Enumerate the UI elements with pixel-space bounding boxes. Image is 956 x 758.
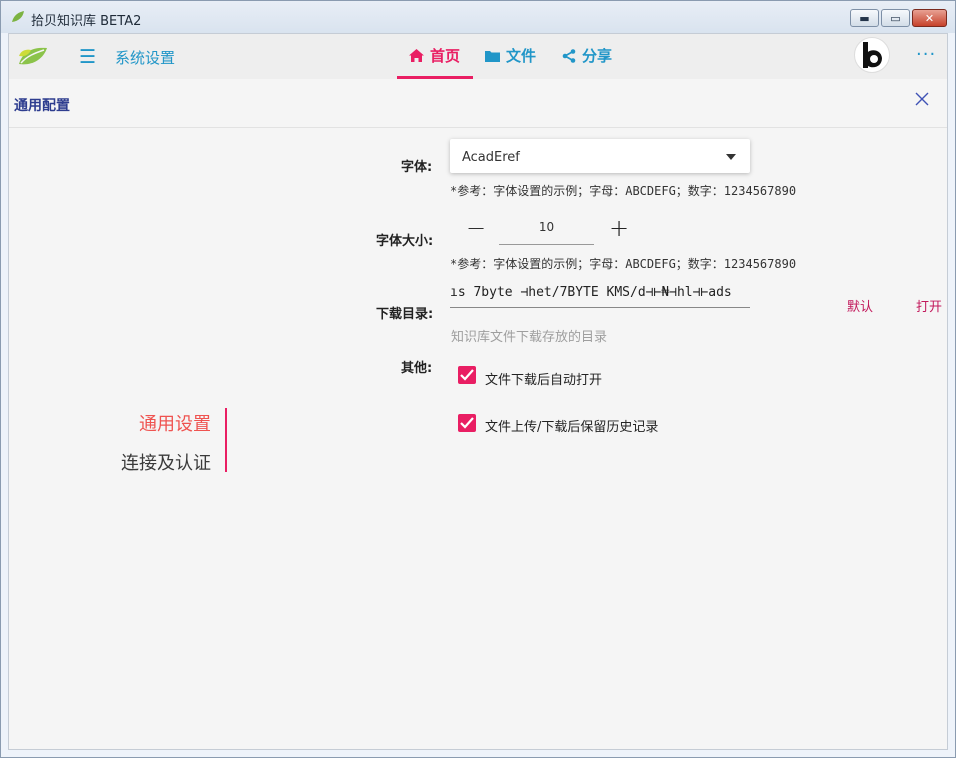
default-dir-button[interactable]: 默认 [847,296,873,315]
sidebar-item-general[interactable]: 通用设置 [139,410,211,436]
close-icon: ✕ [924,11,935,25]
maximize-button[interactable]: ▭ [881,9,910,27]
settings-sidebar: 通用设置 连接及认证 [109,408,227,475]
download-dir-input[interactable]: ıs 7byte ⊣het/7BYTE KMS/d⊣⊢₦⊣hl⊣⊢ads [450,285,750,308]
checkmark-icon [460,417,474,429]
title-bar[interactable]: 拾贝知识库 BETA2 ▬ ▭ ✕ [1,1,955,33]
font-select[interactable]: AcadEref [450,139,750,173]
maximize-icon: ▭ [890,11,901,25]
font-size-label: 字体大小: [376,234,434,249]
nav-share-label: 分享 [582,47,613,65]
panel-title: 通用配置 [14,98,70,114]
font-sample-note: *参考：字体设置的示例；字母：ABCDEFG；数字：1234567890 [450,184,797,198]
download-dir-label: 下载目录: [376,307,434,322]
system-settings-link[interactable]: 系统设置 [115,47,175,68]
menu-icon[interactable]: ☰ [79,46,96,68]
decrease-size-button[interactable]: − [466,214,486,242]
nav-files[interactable]: 文件 [485,45,536,66]
more-options-icon[interactable]: ··· [916,44,936,65]
minimize-button[interactable]: ▬ [850,9,879,27]
dropdown-arrow-icon [726,154,736,160]
top-nav-bar: ☰ 系统设置 首页 文件 分享 ··· [9,34,947,79]
sidebar-item-connection-auth[interactable]: 连接及认证 [121,449,211,475]
nav-home-label: 首页 [430,47,461,65]
share-icon [562,48,576,63]
download-dir-hint: 知识库文件下载存放的目录 [451,330,608,345]
window-title: 拾贝知识库 BETA2 [31,14,142,29]
font-size-sample-note: *参考：字体设置的示例；字母：ABCDEFG；数字：1234567890 [450,257,797,271]
leaf-app-icon [12,11,24,22]
app-client-area: ☰ 系统设置 首页 文件 分享 ··· 通用配置 通用设置 连接及认证 字体: … [8,33,948,750]
font-label: 字体: [401,160,433,175]
auto-open-label: 文件下载后自动打开 [485,373,603,388]
open-dir-button[interactable]: 打开 [916,296,942,315]
other-label: 其他: [401,361,433,376]
increase-size-button[interactable]: + [609,214,629,242]
font-select-value: AcadEref [462,150,520,165]
app-window: 拾贝知识库 BETA2 ▬ ▭ ✕ ☰ 系统设置 首页 文件 分享 ··· 通用… [0,0,956,758]
checkmark-icon [460,369,474,381]
panel-header: 通用配置 [9,79,947,128]
nav-home[interactable]: 首页 [409,45,460,66]
avatar[interactable] [854,37,890,73]
keep-history-checkbox[interactable] [458,414,476,432]
auto-open-checkbox[interactable] [458,366,476,384]
home-icon [409,49,424,62]
avatar-logo-icon [856,39,888,71]
leaf-logo-icon[interactable] [17,44,49,68]
close-panel-icon[interactable] [914,91,930,107]
folder-icon [485,50,500,62]
keep-history-label: 文件上传/下载后保留历史记录 [485,420,659,435]
font-size-input[interactable]: 10 [499,220,594,245]
nav-share[interactable]: 分享 [562,45,612,66]
nav-files-label: 文件 [506,47,537,65]
minimize-icon: ▬ [859,11,870,25]
close-window-button[interactable]: ✕ [912,9,947,27]
